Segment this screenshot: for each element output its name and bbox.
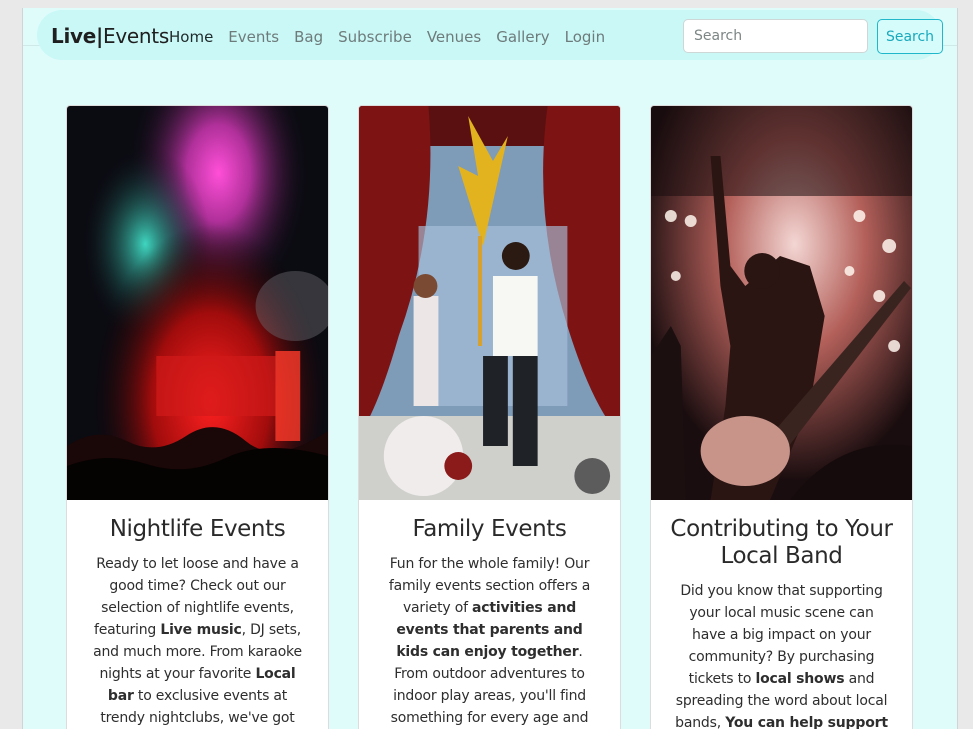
card-local-band: Contributing to Your Local Band Did you …	[650, 105, 913, 729]
card-text: Fun for the whole family! Our family eve…	[388, 556, 591, 726]
card-text: Ready to let loose and have a good time?…	[93, 556, 302, 726]
nav-link-venues[interactable]: Venues	[427, 28, 481, 46]
brand-logo[interactable]: Live|Events	[51, 24, 169, 48]
card-body: Family Events Fun for the whole family! …	[359, 500, 620, 729]
card-text: Did you know that supporting your local …	[675, 583, 888, 729]
local-band-image	[651, 106, 912, 500]
page-container: Live|Events Home Events Bag Subscribe Ve…	[22, 8, 958, 729]
card-family: Family Events Fun for the whole family! …	[358, 105, 621, 729]
navbar: Live|Events Home Events Bag Subscribe Ve…	[37, 10, 943, 60]
card-nightlife: Nightlife Events Ready to let loose and …	[66, 105, 329, 729]
card-title: Nightlife Events	[109, 516, 286, 542]
brand-bold-text: Live	[51, 24, 97, 48]
brand-light-text: Events	[103, 24, 169, 48]
nightlife-image	[67, 106, 328, 500]
nav-link-subscribe[interactable]: Subscribe	[338, 28, 412, 46]
nav-link-events[interactable]: Events	[228, 28, 279, 46]
nav-link-login[interactable]: Login	[565, 28, 605, 46]
card-title: Contributing to Your Local Band	[670, 516, 893, 569]
search-button[interactable]: Search	[877, 19, 943, 54]
nav-link-gallery[interactable]: Gallery	[496, 28, 549, 46]
card-body: Contributing to Your Local Band Did you …	[651, 500, 912, 729]
search-input[interactable]	[683, 19, 868, 53]
family-image	[359, 106, 620, 500]
nav-link-bag[interactable]: Bag	[294, 28, 323, 46]
brand-separator: |	[96, 24, 104, 48]
nav-link-home[interactable]: Home	[169, 28, 213, 46]
card-body: Nightlife Events Ready to let loose and …	[67, 500, 328, 729]
nav-links: Home Events Bag Subscribe Venues Gallery…	[169, 28, 620, 46]
card-title: Family Events	[412, 516, 567, 542]
